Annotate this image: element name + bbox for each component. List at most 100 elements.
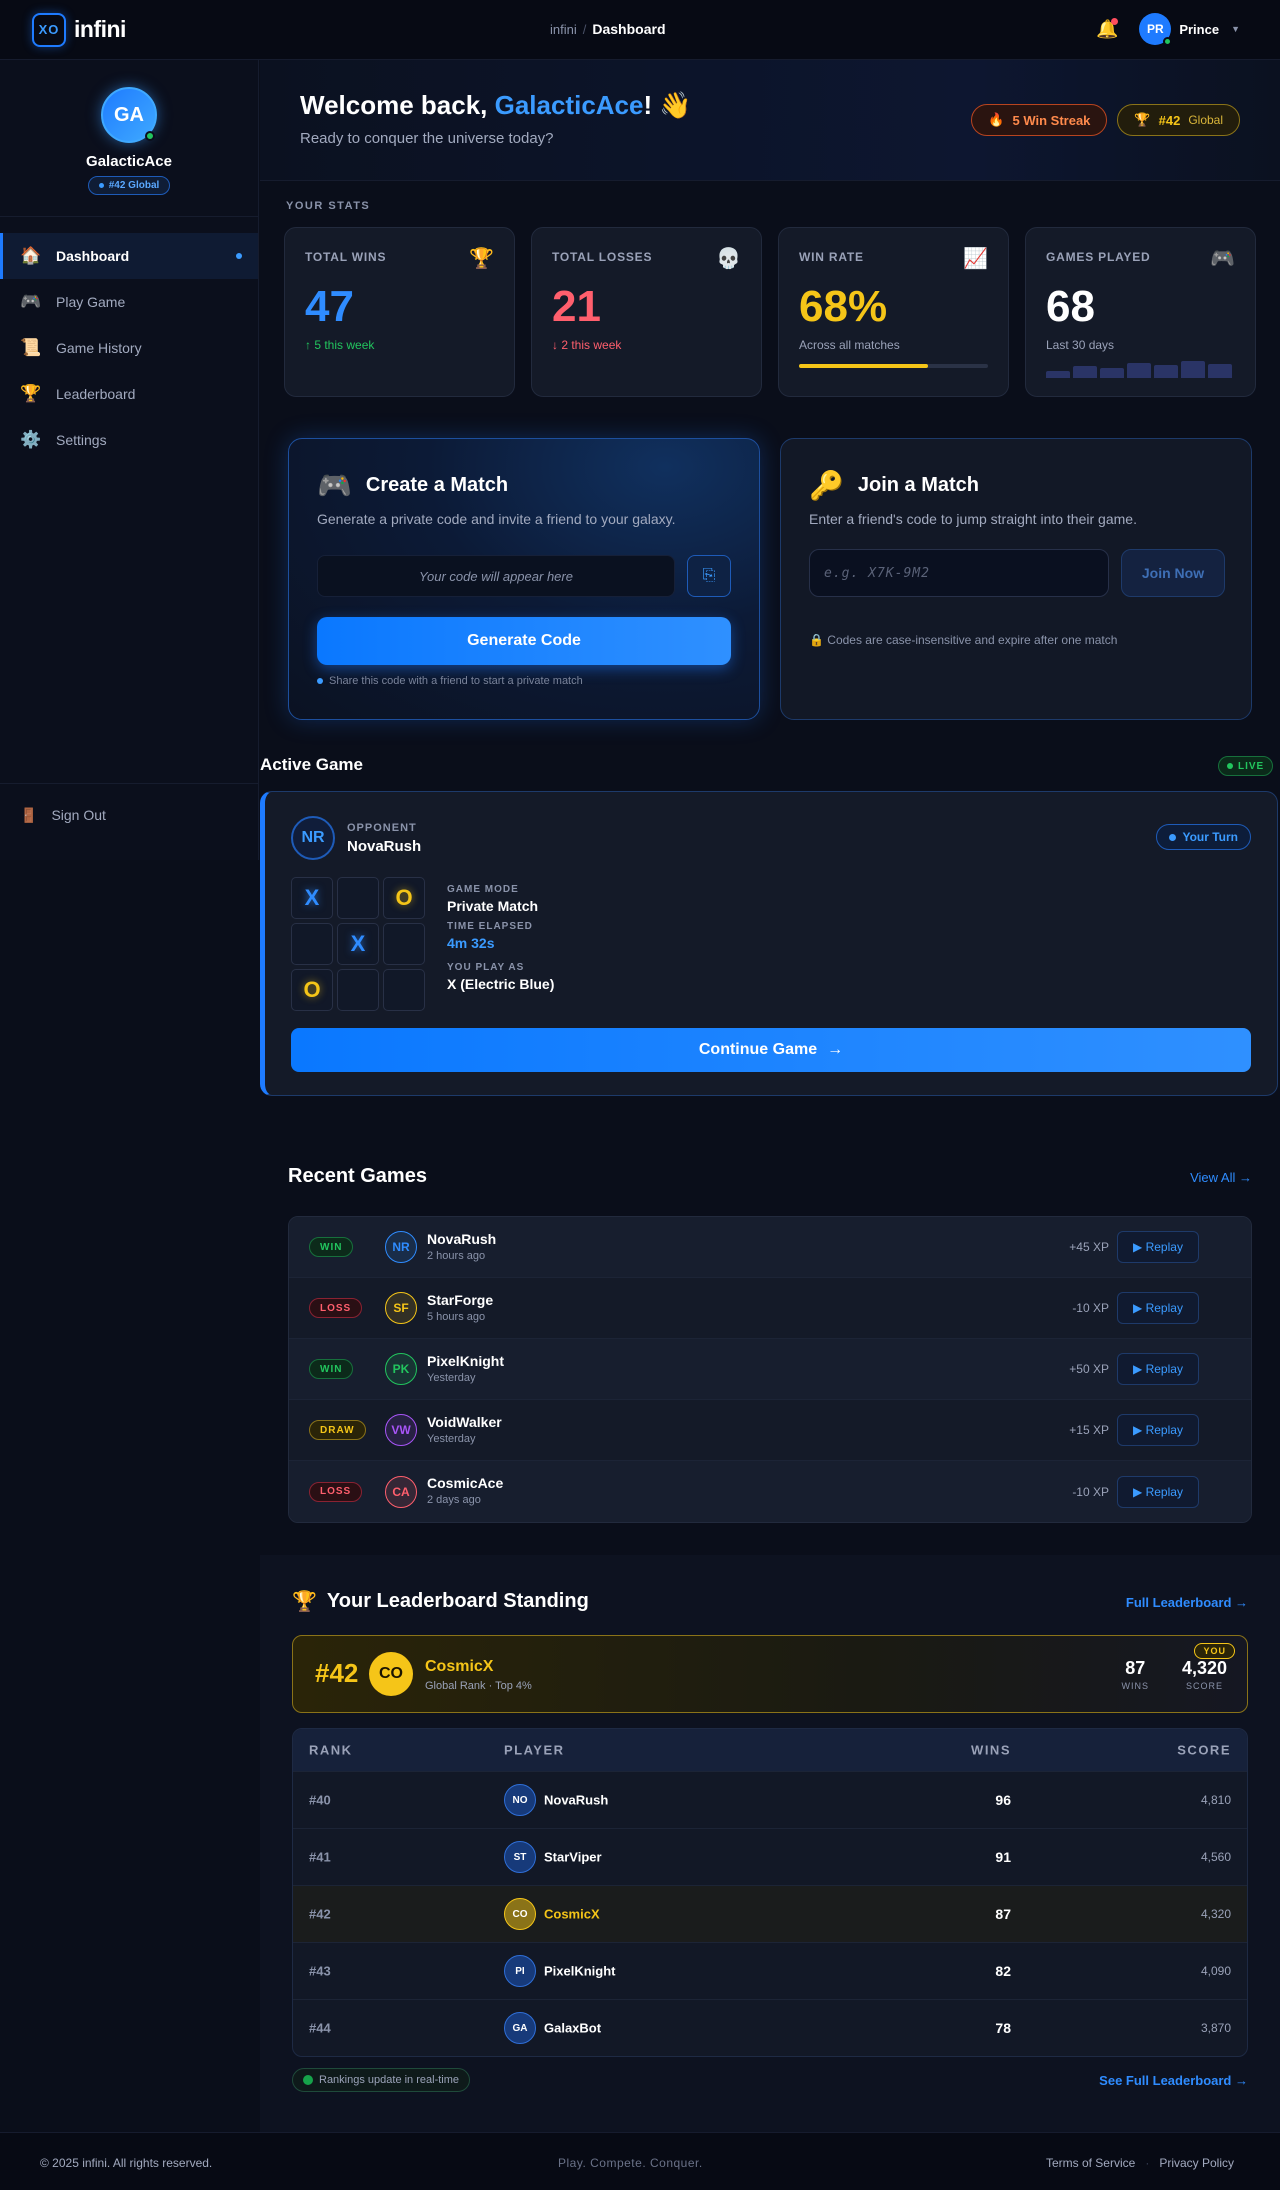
your-rank-sub: Global Rank · Top 4%: [425, 1680, 532, 1692]
stat-sub: Across all matches: [799, 338, 900, 352]
wins-cell: 91: [995, 1849, 1011, 1865]
list-item: WIN NR NovaRush 2 hours ago +45 XP ▶ Replay: [289, 1217, 1251, 1278]
terms-link[interactable]: Terms of Service: [1046, 2156, 1135, 2170]
avatar: SF: [385, 1292, 417, 1324]
board-cell[interactable]: [337, 969, 379, 1011]
replay-button[interactable]: ▶ Replay: [1117, 1475, 1199, 1508]
breadcrumb-current: Dashboard: [592, 21, 666, 37]
create-match-description: Generate a private code and invite a fri…: [317, 511, 676, 527]
rank-cell: #40: [309, 1792, 331, 1808]
avatar: VW: [385, 1414, 417, 1446]
top-right-controls: 🔔 PR Prince ▼: [1095, 13, 1240, 46]
arrow-right-icon: →: [827, 1041, 844, 1058]
copy-icon: ⎘: [702, 567, 716, 584]
footer-links: Terms of Service · Privacy Policy: [1046, 2156, 1234, 2170]
join-now-button[interactable]: Join Now: [1121, 549, 1225, 597]
activity-bar: [1181, 361, 1205, 378]
time-elapsed-info: TIME ELAPSED 4m 32s: [447, 921, 533, 951]
house-icon: 🏠: [20, 246, 42, 265]
notification-bell-icon[interactable]: 🔔: [1095, 17, 1119, 41]
sidebar-item-game-history[interactable]: 📜 Game History: [0, 325, 258, 371]
profile-avatar[interactable]: GA: [101, 87, 157, 143]
replay-button[interactable]: ▶ Replay: [1117, 1292, 1199, 1324]
welcome-username: GalacticAce: [494, 90, 644, 120]
stat-sub: ↑ 5 this week: [305, 338, 375, 352]
game-time: 5 hours ago: [427, 1311, 486, 1323]
avatar: CA: [385, 1475, 417, 1508]
user-name: Prince: [1179, 21, 1220, 37]
stat-title: WIN RATE: [799, 250, 864, 264]
notification-dot: [1111, 18, 1119, 25]
your-wins: 87 WINS: [1121, 1658, 1149, 1691]
view-all-link[interactable]: View All →: [1190, 1170, 1252, 1185]
generate-code-button[interactable]: Generate Code: [317, 617, 731, 665]
replay-button[interactable]: ▶ Replay: [1117, 1353, 1199, 1385]
opponent-label: OPPONENT: [347, 822, 417, 834]
score-cell: 4,810: [1200, 1793, 1231, 1807]
stat-value: 68: [1046, 282, 1095, 331]
board-cell[interactable]: [337, 877, 379, 919]
breadcrumb: infini / Dashboard: [550, 21, 666, 37]
sidebar-item-leaderboard[interactable]: 🏆 Leaderboard: [0, 371, 258, 417]
board-cell[interactable]: [291, 923, 333, 965]
stat-card-games-played: GAMES PLAYED 🎮 68 Last 30 days: [1025, 227, 1256, 397]
sidebar-item-settings[interactable]: ⚙️ Settings: [0, 417, 258, 463]
wins-cell: 78: [995, 2020, 1011, 2036]
game-board: XOXO: [291, 877, 425, 1011]
sidebar-item-label: Play Game: [56, 294, 126, 310]
board-cell[interactable]: O: [383, 877, 425, 919]
replay-button[interactable]: ▶ Replay: [1117, 1231, 1199, 1263]
column-header-score: SCORE: [1177, 1742, 1231, 1758]
user-menu[interactable]: PR Prince ▼: [1139, 13, 1240, 46]
sidebar-item-label: Dashboard: [56, 248, 130, 264]
avatar: PK: [385, 1353, 417, 1385]
sign-out-button[interactable]: 🚪 Sign Out: [0, 784, 259, 846]
board-cell[interactable]: [383, 969, 425, 1011]
opponent-name: NovaRush: [347, 838, 422, 855]
avatar: NO: [504, 1784, 536, 1816]
stat-title: TOTAL LOSSES: [552, 250, 653, 264]
table-row[interactable]: #40 NO NovaRush 96 4,810: [293, 1771, 1247, 1828]
full-leaderboard-link[interactable]: Full Leaderboard →: [1126, 1595, 1248, 1610]
stat-title: TOTAL WINS: [305, 250, 387, 264]
board-cell[interactable]: X: [337, 923, 379, 965]
sidebar-item-play-game[interactable]: 🎮 Play Game: [0, 279, 258, 325]
logo-text: infini: [74, 16, 126, 42]
key-icon: 🔑: [809, 470, 844, 501]
online-indicator: [1163, 37, 1173, 46]
trophy-icon: 🏆: [1134, 112, 1151, 127]
continue-game-button[interactable]: Continue Game →: [291, 1028, 1251, 1072]
stats-grid: TOTAL WINS 🏆 47 ↑ 5 this week TOTAL LOSS…: [284, 227, 1256, 397]
board-cell[interactable]: O: [291, 969, 333, 1011]
sidebar-item-label: Settings: [56, 432, 107, 448]
breadcrumb-root[interactable]: infini: [550, 22, 577, 37]
sidebar-item-dashboard[interactable]: 🏠 Dashboard: [0, 233, 258, 279]
score-cell: 3,870: [1200, 2021, 1231, 2035]
wave-icon: 👋: [659, 90, 692, 120]
table-row[interactable]: #43 PI PixelKnight 82 4,090: [293, 1942, 1247, 1999]
score-cell: 4,090: [1200, 1964, 1231, 1978]
activity-sparkline: [1046, 358, 1232, 378]
replay-button[interactable]: ▶ Replay: [1117, 1414, 1199, 1446]
list-item: LOSS SF StarForge 5 hours ago -10 XP ▶ Replay: [289, 1278, 1251, 1339]
footer: © 2025 infini. All rights reserved. Play…: [0, 2132, 1280, 2190]
player-symbol-info: YOU PLAY AS X (Electric Blue): [447, 962, 555, 992]
gamepad-icon: 🎮: [20, 292, 42, 311]
avatar: ST: [504, 1841, 536, 1873]
table-row[interactable]: #42 CO CosmicX 87 4,320: [293, 1885, 1247, 1942]
see-full-leaderboard-link[interactable]: See Full Leaderboard →: [1099, 2073, 1248, 2088]
board-cell[interactable]: [383, 923, 425, 965]
match-code-input[interactable]: e.g. X7K-9M2: [809, 549, 1109, 597]
stat-value: 21: [552, 282, 601, 331]
result-badge: DRAW: [309, 1420, 366, 1440]
copy-code-button[interactable]: ⎘: [687, 555, 731, 597]
table-row[interactable]: #44 GA GalaxBot 78 3,870: [293, 1999, 1247, 2056]
footer-tagline: Play. Compete. Conquer.: [558, 2156, 703, 2170]
board-cell[interactable]: X: [291, 877, 333, 919]
privacy-link[interactable]: Privacy Policy: [1159, 2156, 1234, 2170]
win-streak-badge: 🔥 5 Win Streak: [971, 104, 1108, 136]
stat-card-win-rate: WIN RATE 📈 68% Across all matches: [778, 227, 1009, 397]
table-row[interactable]: #41 ST StarViper 91 4,560: [293, 1828, 1247, 1885]
logo[interactable]: XO infini: [32, 12, 126, 47]
join-match-card: 🔑 Join a Match Enter a friend's code to j…: [780, 438, 1252, 720]
